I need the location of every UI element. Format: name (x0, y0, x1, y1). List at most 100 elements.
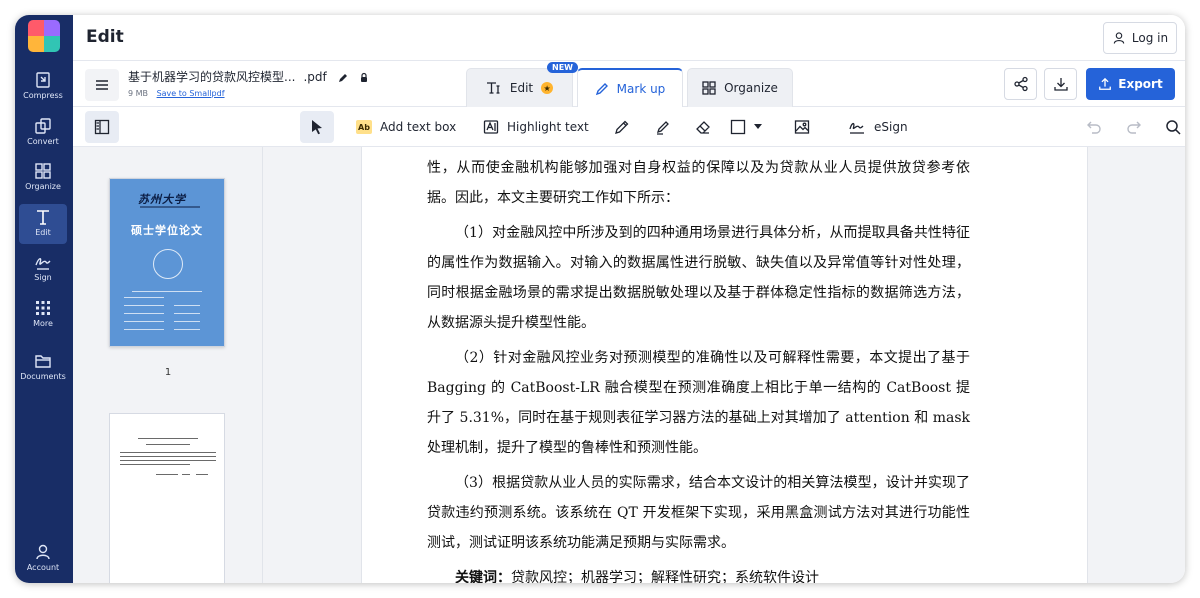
upload-icon (1099, 77, 1112, 90)
sidebar-item-label: Edit (35, 228, 51, 237)
sidebar-item-documents[interactable]: Documents (19, 348, 67, 388)
select-tool[interactable] (300, 111, 334, 143)
organize-icon (702, 81, 716, 95)
caret-down-icon (754, 124, 762, 129)
organize-icon (35, 163, 51, 179)
export-button[interactable]: Export (1086, 68, 1175, 100)
highlighter-tool[interactable] (646, 111, 680, 143)
share-icon (1013, 76, 1028, 92)
paragraph: 性，从而使金融机构能够加强对自身权益的保障以及为贷款从业人员提供放贷参考依据。因… (427, 160, 970, 206)
document-page[interactable]: 性，从而使金融机构能够加强对自身权益的保障以及为贷款从业人员提供放贷参考依据。因… (361, 147, 1088, 583)
cover-line (174, 329, 200, 330)
toggle-thumbnails-button[interactable] (85, 111, 119, 143)
lock-icon[interactable] (358, 72, 370, 84)
highlighter-icon (656, 121, 669, 135)
text-edit-icon (486, 82, 500, 94)
text-box-icon: Ab (356, 120, 372, 134)
eraser-tool[interactable] (686, 111, 720, 143)
undo-icon (1087, 121, 1101, 134)
pen-tool[interactable] (605, 111, 639, 143)
undo-button[interactable] (1077, 111, 1111, 143)
top-bar: Edit Log in (73, 15, 1185, 61)
download-icon (1053, 78, 1068, 91)
paragraph: （3）根据贷款从业人员的实际需求，结合本文设计的相关算法模型，设计并实现了贷款违… (427, 475, 970, 551)
smallpdf-logo[interactable] (28, 20, 60, 52)
cover-line (124, 313, 164, 314)
cursor-arrow-icon (312, 120, 322, 135)
sidebar-item-label: Documents (20, 372, 66, 381)
sidebar-item-account[interactable]: Account (19, 539, 67, 579)
redo-button[interactable] (1117, 111, 1151, 143)
folder-icon (35, 355, 51, 368)
menu-button[interactable] (85, 69, 119, 101)
file-name[interactable]: 基于机器学习的贷款风控模型... .pdf (128, 68, 370, 85)
page-title: Edit (86, 27, 124, 47)
page-thumbnail-2[interactable] (109, 413, 225, 583)
sidebar-item-compress[interactable]: Compress (19, 67, 67, 107)
text-line (138, 438, 198, 439)
share-button[interactable] (1004, 68, 1037, 100)
sidebar-item-convert[interactable]: Convert (19, 113, 67, 153)
more-icon (36, 301, 50, 315)
square-shape-icon (730, 119, 746, 135)
shape-tool-dropdown[interactable] (730, 111, 770, 143)
text-line (182, 474, 190, 475)
add-text-box-tool[interactable]: Ab Add text box (356, 111, 456, 143)
app-window: Compress Convert Organize Edit Sign More… (15, 15, 1185, 583)
sidebar-item-more[interactable]: More (19, 295, 67, 335)
eraser-icon (696, 121, 710, 134)
cover-line (124, 321, 164, 322)
document-viewer[interactable]: 性，从而使金融机构能够加强对自身权益的保障以及为贷款从业人员提供放贷参考依据。因… (263, 147, 1185, 583)
cover-line (132, 291, 202, 292)
keywords-line: 关键词：贷款风控；机器学习；解释性研究；系统软件设计 (427, 563, 970, 583)
cover-title: 硕士学位论文 (131, 224, 203, 237)
sidebar-item-label: More (33, 319, 53, 328)
file-name-text: 基于机器学习的贷款风控模型... (128, 70, 296, 84)
page-thumbnail-1[interactable]: 苏州大学 硕士学位论文 (109, 178, 225, 347)
signature-icon (849, 122, 864, 134)
sidebar-item-label: Organize (25, 182, 61, 191)
keywords-label: 关键词： (455, 570, 511, 583)
tab-edit[interactable]: Edit ★ NEW (466, 62, 578, 107)
save-to-smallpdf-link[interactable]: Save to Smallpdf (157, 89, 225, 98)
tab-label: Mark up (616, 81, 666, 96)
search-button[interactable] (1156, 111, 1185, 143)
sign-icon (35, 258, 51, 270)
new-badge: NEW (547, 62, 578, 73)
sidebar: Compress Convert Organize Edit Sign More… (15, 15, 73, 583)
tab-organize[interactable]: Organize (687, 68, 793, 107)
paragraph: （2）针对金融风控业务对预测模型的准确性以及可解释性需要，本文提出了基于 Bag… (427, 350, 970, 456)
highlight-text-tool[interactable]: Highlight text (483, 111, 589, 143)
edit-icon (37, 210, 49, 225)
hamburger-icon (96, 80, 108, 90)
premium-star-icon: ★ (541, 82, 554, 94)
sidebar-item-edit[interactable]: Edit (19, 204, 67, 244)
esign-tool[interactable]: eSign (848, 111, 908, 143)
text-line (120, 460, 216, 461)
sidebar-item-sign[interactable]: Sign (19, 249, 67, 289)
cover-line (124, 329, 164, 330)
user-icon (1113, 32, 1125, 44)
sidebar-item-label: Compress (23, 91, 63, 100)
file-extension: .pdf (303, 70, 327, 84)
text-line (146, 444, 190, 445)
insert-image-tool[interactable] (785, 111, 819, 143)
thumbnails-panel-icon (94, 119, 110, 135)
sidebar-item-label: Sign (34, 273, 52, 282)
mode-tabs: Edit ★ NEW Mark up Organize (466, 62, 793, 107)
redo-icon (1127, 121, 1141, 134)
university-seal (153, 249, 183, 279)
tab-mark-up[interactable]: Mark up (577, 68, 683, 107)
cover-line (174, 321, 200, 322)
sidebar-item-organize[interactable]: Organize (19, 158, 67, 198)
add-text-box-label: Add text box (380, 120, 457, 134)
cover-subtitle-line (140, 206, 200, 208)
account-icon (36, 544, 50, 560)
login-button[interactable]: Log in (1103, 22, 1177, 54)
download-button[interactable] (1044, 68, 1077, 100)
paragraph: （1）对金融风控中所涉及到的四种通用场景进行具体分析，从而提取具备共性特征的属性… (427, 225, 970, 331)
thumbnails-panel: 苏州大学 硕士学位论文 1 (73, 147, 263, 583)
export-label: Export (1118, 77, 1163, 91)
rename-pencil-icon[interactable] (337, 72, 349, 84)
text-line (196, 474, 208, 475)
